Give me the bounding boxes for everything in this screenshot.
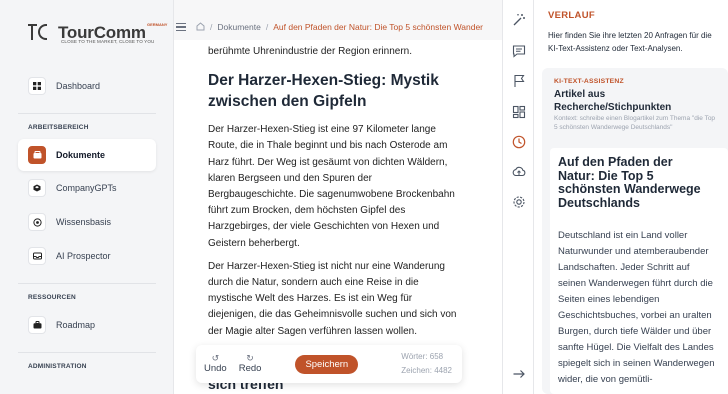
sidebar: TourComm CLOSE TO THE MARKET, CLOSE TO Y… <box>0 0 174 394</box>
sidebar-item-roadmap[interactable]: Roadmap <box>18 309 156 341</box>
grid-icon <box>28 77 46 95</box>
home-icon[interactable] <box>196 21 205 33</box>
brand-country: GERMANY <box>147 22 168 27</box>
inbox-icon <box>28 247 46 265</box>
briefcase-icon <box>28 316 46 334</box>
document-heading: Der Harzer-Hexen-Stieg: Mystik zwischen … <box>208 72 439 111</box>
history-panel: VERLAUF Hier finden Sie ihre letzten 20 … <box>534 0 728 394</box>
document-editor[interactable]: berühmte Uhrenindustrie der Region erinn… <box>174 40 502 394</box>
document-paragraph: Der Harzer-Hexen-Stieg ist eine 97 Kilom… <box>208 124 455 249</box>
brand-tagline: CLOSE TO THE MARKET, CLOSE TO YOU <box>61 39 155 44</box>
section-title-ressourcen: RESSOURCEN <box>28 294 76 301</box>
document-stats: Wörter: 658 Zeichen: 4482 <box>401 350 452 378</box>
layout-icon[interactable] <box>511 104 527 120</box>
breadcrumb-separator: / <box>210 22 213 32</box>
sidebar-item-ai-prospector[interactable]: AI Prospector <box>18 240 156 272</box>
card-context: Kontext: schreibe einen Blogartikel zum … <box>554 115 716 131</box>
sidebar-item-label: Dashboard <box>56 81 101 91</box>
sidebar-item-companygpts[interactable]: CompanyGPTs <box>18 172 156 204</box>
redo-button[interactable]: ↻ Redo <box>239 353 262 375</box>
breadcrumb-current: Auf den Pfaden der Natur: Die Top 5 schö… <box>273 22 484 32</box>
history-description: Hier finden Sie ihre letzten 20 Anfragen… <box>548 31 712 53</box>
document-paragraph: berühmte Uhrenindustrie der Region erinn… <box>208 46 413 57</box>
card-tag: KI-TEXT-ASSISTENZ <box>554 78 624 85</box>
undo-icon: ↺ <box>211 353 220 363</box>
magic-wand-icon[interactable] <box>511 12 527 28</box>
document-icon <box>28 146 46 164</box>
brand-logo[interactable]: TourComm CLOSE TO THE MARKET, CLOSE TO Y… <box>28 22 167 44</box>
undo-button[interactable]: ↺ Undo <box>204 353 227 375</box>
logo-mark-icon <box>28 22 54 44</box>
sidebar-item-wissensbasis[interactable]: Wissensbasis <box>18 206 156 238</box>
sidebar-item-dashboard[interactable]: Dashboard <box>18 70 156 102</box>
sidebar-item-label: AI Prospector <box>56 251 111 261</box>
document-paragraph: Der Harzer-Hexen-Stieg ist nicht nur ein… <box>208 260 457 337</box>
main-area: / Dokumente / Auf den Pfaden der Natur: … <box>174 0 502 394</box>
history-card[interactable]: KI-TEXT-ASSISTENZ Artikel aus Recherche/… <box>542 68 728 394</box>
breadcrumb-separator: / <box>265 22 269 32</box>
tool-strip <box>502 0 534 394</box>
divider <box>18 283 156 284</box>
breadcrumb-link-dokumente[interactable]: Dokumente <box>217 22 260 32</box>
arrow-right-icon[interactable] <box>511 366 527 382</box>
chat-icon[interactable] <box>511 43 527 59</box>
section-title-arbeitsbereich: ARBEITSBEREICH <box>28 124 89 131</box>
editor-toolbar: ↺ Undo ↻ Redo Speichern Wörter: 658 Zeic… <box>196 345 462 383</box>
result-text: Deutschland ist ein Land voller Naturwun… <box>558 230 715 385</box>
char-count: Zeichen: 4482 <box>401 366 452 375</box>
sidebar-item-label: Wissensbasis <box>56 217 112 227</box>
save-button[interactable]: Speichern <box>295 354 359 374</box>
cube-icon <box>28 179 46 197</box>
sidebar-item-label: CompanyGPTs <box>56 183 117 193</box>
sidebar-item-label: Roadmap <box>56 320 96 330</box>
menu-toggle-icon[interactable] <box>176 23 186 31</box>
sidebar-item-label: Dokumente <box>56 150 106 160</box>
divider <box>18 113 156 114</box>
flag-icon[interactable] <box>511 73 527 89</box>
sidebar-item-dokumente[interactable]: Dokumente <box>18 139 156 171</box>
redo-icon: ↻ <box>246 353 254 363</box>
brain-icon <box>28 213 46 231</box>
section-title-administration: ADMINISTRATION <box>28 363 87 370</box>
gear-icon[interactable] <box>511 194 527 210</box>
card-result[interactable]: Auf den Pfaden der Natur: Die Top 5 schö… <box>550 148 728 394</box>
word-count: Wörter: 658 <box>401 352 444 361</box>
result-title: Auf den Pfaden der Natur: Die Top 5 schö… <box>558 155 701 210</box>
divider <box>18 352 156 353</box>
clock-icon[interactable] <box>511 134 527 150</box>
card-title: Artikel aus Recherche/Stichpunkten <box>554 89 672 113</box>
history-title: VERLAUF <box>548 10 595 21</box>
cloud-upload-icon[interactable] <box>511 164 527 180</box>
breadcrumb: / Dokumente / Auf den Pfaden der Natur: … <box>174 18 502 36</box>
